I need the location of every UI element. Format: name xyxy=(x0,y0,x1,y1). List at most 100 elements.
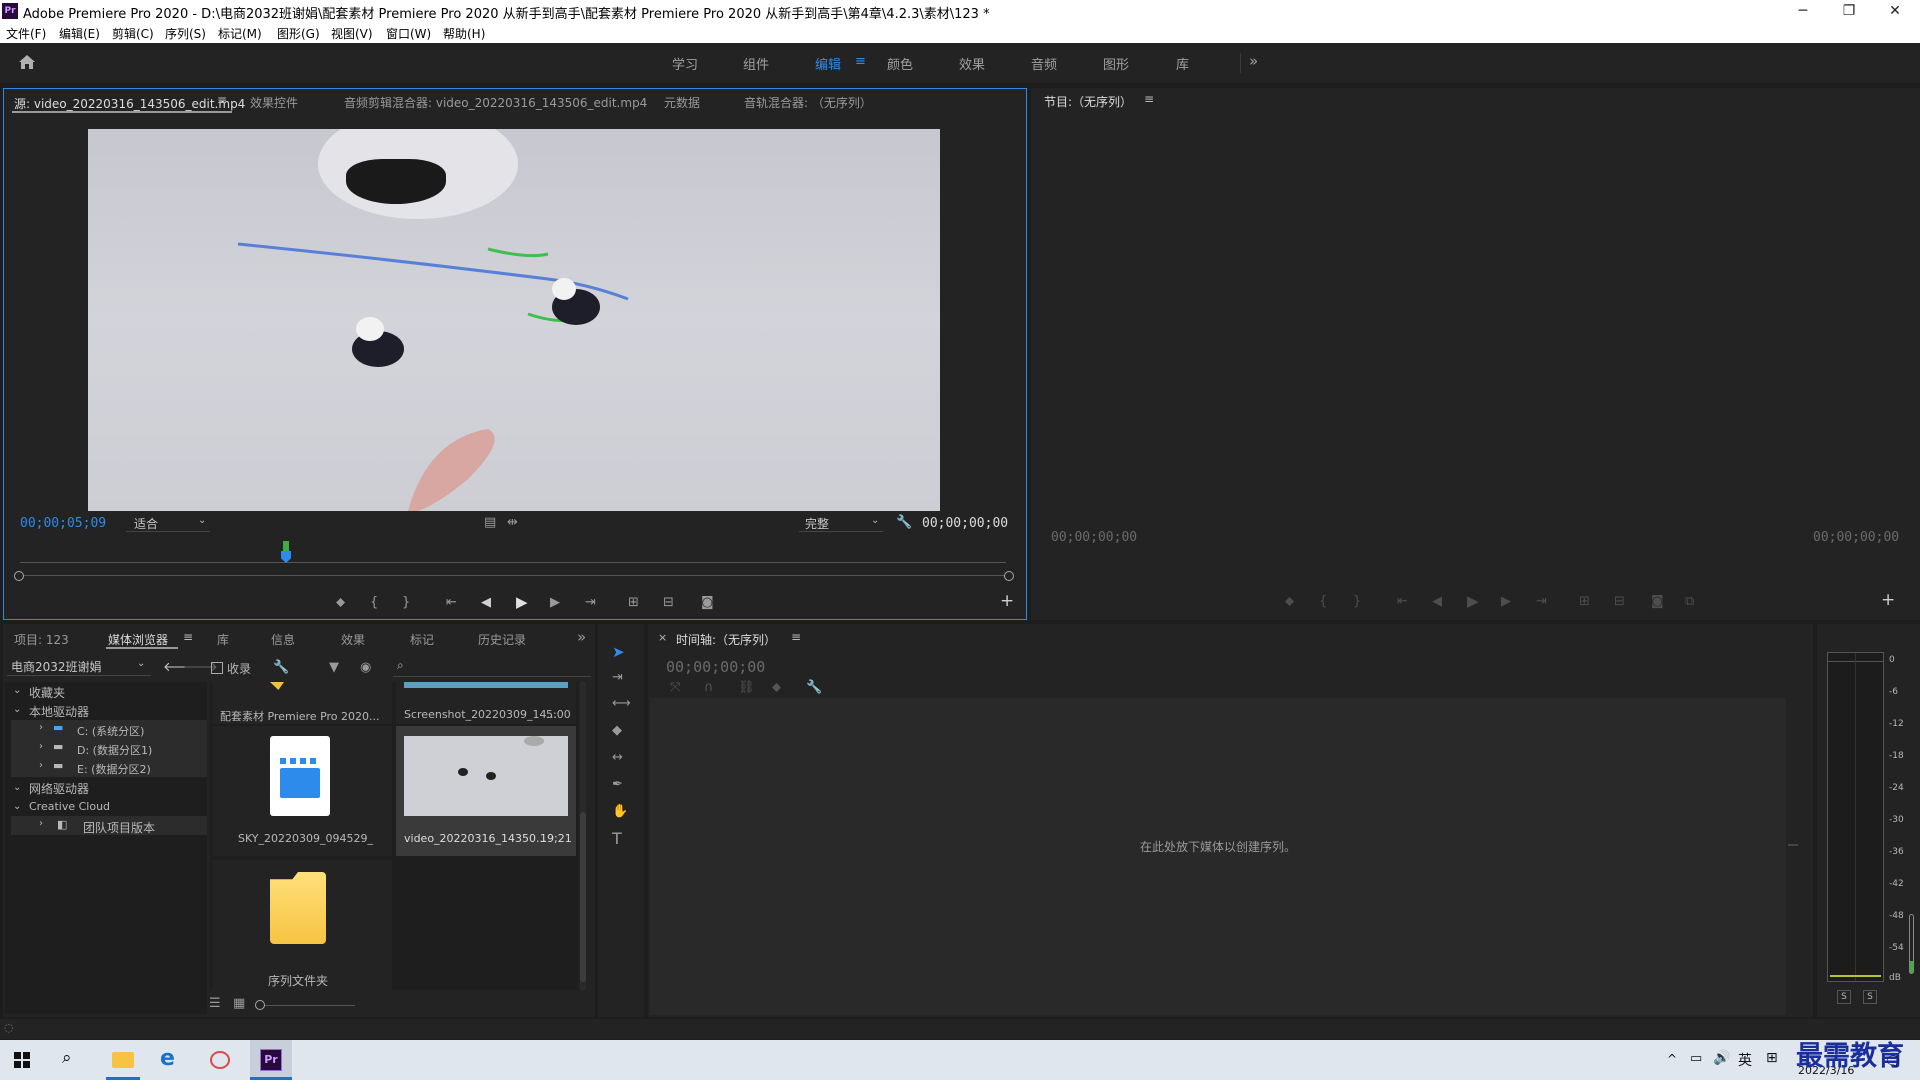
solo-right-button[interactable]: S xyxy=(1863,990,1877,1004)
solo-left-button[interactable]: S xyxy=(1837,990,1851,1004)
file-tile[interactable]: 配套素材 Premiere Pro 2020... xyxy=(212,682,392,724)
windows-start-icon[interactable] xyxy=(14,1052,30,1068)
maximize-button[interactable]: ❐ xyxy=(1826,0,1872,23)
menu-edit[interactable]: 编辑(E) xyxy=(59,25,100,42)
workspace-color[interactable]: 颜色 xyxy=(887,54,913,73)
hand-tool-icon[interactable]: ✋ xyxy=(612,804,628,820)
workspace-editing[interactable]: 编辑 xyxy=(815,54,841,73)
menu-help[interactable]: 帮助(H) xyxy=(443,25,485,42)
tab-audio-clip-mixer[interactable]: 音频剪辑混合器: video_20220316_143506_edit.mp4 xyxy=(344,94,647,111)
workspace-overflow-icon[interactable]: » xyxy=(1249,52,1258,70)
workspace-libraries[interactable]: 库 xyxy=(1176,54,1189,73)
ingest-settings-wrench-icon[interactable]: 🔧 xyxy=(273,660,289,676)
add-marker-icon[interactable]: ⬥ xyxy=(1285,594,1294,610)
minimize-button[interactable]: ─ xyxy=(1780,0,1826,23)
timeline-drop-area[interactable]: 在此处放下媒体以创建序列。 xyxy=(650,698,1786,1015)
overwrite-icon[interactable]: ⊟ xyxy=(663,595,674,611)
tree-creative-cloud[interactable]: Creative Cloud xyxy=(29,800,110,813)
step-back-icon[interactable]: ◀ xyxy=(481,595,491,611)
tab-project[interactable]: 项目: 123 xyxy=(14,631,69,648)
file-tile[interactable]: SKY_20220309_094529_ xyxy=(212,726,392,856)
timeline-scroll-handle[interactable] xyxy=(1788,844,1798,846)
tab-effect-controls[interactable]: 效果控件 xyxy=(250,94,298,111)
scrollbar-thumb[interactable] xyxy=(580,812,586,982)
notification-icon[interactable]: 🗨 xyxy=(1884,1054,1902,1070)
tab-source[interactable]: 源: video_20220316_143506_edit.mp4 xyxy=(14,95,245,112)
location-dropdown[interactable]: 电商2032班谢娟 ⌄ xyxy=(7,656,151,676)
menu-markers[interactable]: 标记(M) xyxy=(218,25,262,42)
close-tab-icon[interactable]: × xyxy=(658,631,667,644)
go-to-out-icon[interactable]: ⇥ xyxy=(585,595,596,611)
track-select-tool-icon[interactable]: ⇥ xyxy=(612,670,623,686)
filter-icon[interactable]: ▼ xyxy=(329,660,339,676)
snap-icon[interactable]: ∩ xyxy=(704,680,714,696)
comparison-view-icon[interactable]: ⧉ xyxy=(1685,594,1694,610)
zoom-fit-dropdown[interactable]: 适合 ⌄ xyxy=(126,514,210,532)
go-to-in-icon[interactable]: ⇤ xyxy=(1397,594,1408,610)
source-time-ruler[interactable] xyxy=(20,549,1006,563)
meter-slider[interactable] xyxy=(1909,914,1914,974)
workspace-effects[interactable]: 效果 xyxy=(959,54,985,73)
mark-in-icon[interactable]: { xyxy=(1319,594,1327,610)
linked-selection-icon[interactable]: ⛓ xyxy=(738,680,755,696)
mark-out-icon[interactable]: } xyxy=(1353,594,1361,610)
file-grid-scrollbar[interactable] xyxy=(580,682,586,990)
program-playhead-timecode[interactable]: 00;00;00;00 xyxy=(1051,530,1137,545)
source-playhead-timecode[interactable]: 00;00;05;09 xyxy=(20,516,106,531)
home-icon[interactable] xyxy=(18,54,36,70)
tab-overflow-icon[interactable]: » xyxy=(577,628,586,646)
timeline-timecode[interactable]: 00;00;00;00 xyxy=(666,658,765,676)
tree-network-drives[interactable]: 网络驱动器 xyxy=(29,780,89,797)
workspace-assembly[interactable]: 组件 xyxy=(743,54,769,73)
drag-audio-icon[interactable]: ⇹ xyxy=(507,515,518,531)
close-button[interactable]: ✕ xyxy=(1872,0,1918,23)
timeline-settings-wrench-icon[interactable]: 🔧 xyxy=(806,680,822,696)
slip-tool-icon[interactable]: ↔ xyxy=(612,750,623,766)
nest-sequence-icon[interactable]: ⤧ xyxy=(670,680,680,696)
source-video-frame[interactable] xyxy=(88,129,940,511)
view-icon[interactable]: ◉ xyxy=(360,660,371,676)
search-icon[interactable]: ⌕ xyxy=(62,1048,72,1068)
zoom-handle-left[interactable] xyxy=(14,571,24,581)
tree-drive-c[interactable]: › ▬ C: (系统分区) xyxy=(11,720,207,739)
ime-mode-icon[interactable]: ⊞ xyxy=(1766,1050,1778,1066)
zoom-scroll-bar[interactable] xyxy=(24,575,1004,576)
ime-indicator[interactable]: 英 xyxy=(1738,1050,1752,1070)
play-icon[interactable]: ▶ xyxy=(516,594,528,610)
insert-icon[interactable]: ⊞ xyxy=(628,595,639,611)
step-forward-icon[interactable]: ▶ xyxy=(550,595,560,611)
tab-libraries[interactable]: 库 xyxy=(217,631,229,648)
workspace-graphics[interactable]: 图形 xyxy=(1103,54,1129,73)
extract-icon[interactable]: ⊟ xyxy=(1614,594,1625,610)
step-back-icon[interactable]: ◀ xyxy=(1432,594,1442,610)
search-input[interactable]: ⌕ xyxy=(393,657,591,677)
zoom-slider-handle[interactable] xyxy=(255,1000,265,1010)
program-monitor-title[interactable]: 节目:（无序列） xyxy=(1044,93,1132,110)
zoom-handle-right[interactable] xyxy=(1004,571,1014,581)
go-to-out-icon[interactable]: ⇥ xyxy=(1536,594,1547,610)
tree-team-projects[interactable]: › ◧ 团队项目版本 xyxy=(11,816,207,835)
play-icon[interactable]: ▶ xyxy=(1467,593,1479,609)
menu-clip[interactable]: 剪辑(C) xyxy=(112,25,154,42)
menu-sequence[interactable]: 序列(S) xyxy=(165,25,206,42)
menu-file[interactable]: 文件(F) xyxy=(6,25,46,42)
icon-view-icon[interactable]: ▦ xyxy=(233,996,245,1012)
chevron-down-icon[interactable]: ⌄ xyxy=(13,685,21,696)
tab-menu-icon[interactable]: ≡ xyxy=(217,93,227,107)
zoom-slider[interactable] xyxy=(265,1005,355,1006)
pen-tool-icon[interactable]: ✒ xyxy=(612,777,623,793)
tree-favorites[interactable]: 收藏夹 xyxy=(29,684,65,701)
tab-info[interactable]: 信息 xyxy=(271,631,295,648)
add-marker-icon[interactable]: ⬥ xyxy=(336,595,345,611)
tree-local-drives[interactable]: 本地驱动器 xyxy=(29,703,89,720)
tab-metadata[interactable]: 元数据 xyxy=(664,94,700,111)
app-icon[interactable] xyxy=(210,1051,230,1069)
tab-media-browser[interactable]: 媒体浏览器 xyxy=(108,631,168,648)
file-explorer-icon[interactable] xyxy=(112,1052,134,1068)
button-editor-icon[interactable]: + xyxy=(1881,592,1895,609)
panel-menu-icon[interactable]: ≡ xyxy=(1144,92,1154,106)
lift-icon[interactable]: ⊞ xyxy=(1579,594,1590,610)
add-marker-icon[interactable]: ⬥ xyxy=(772,680,781,696)
tree-drive-e[interactable]: › ▬ E: (数据分区2) xyxy=(11,758,207,777)
chevron-down-icon[interactable]: ⌄ xyxy=(13,801,21,812)
